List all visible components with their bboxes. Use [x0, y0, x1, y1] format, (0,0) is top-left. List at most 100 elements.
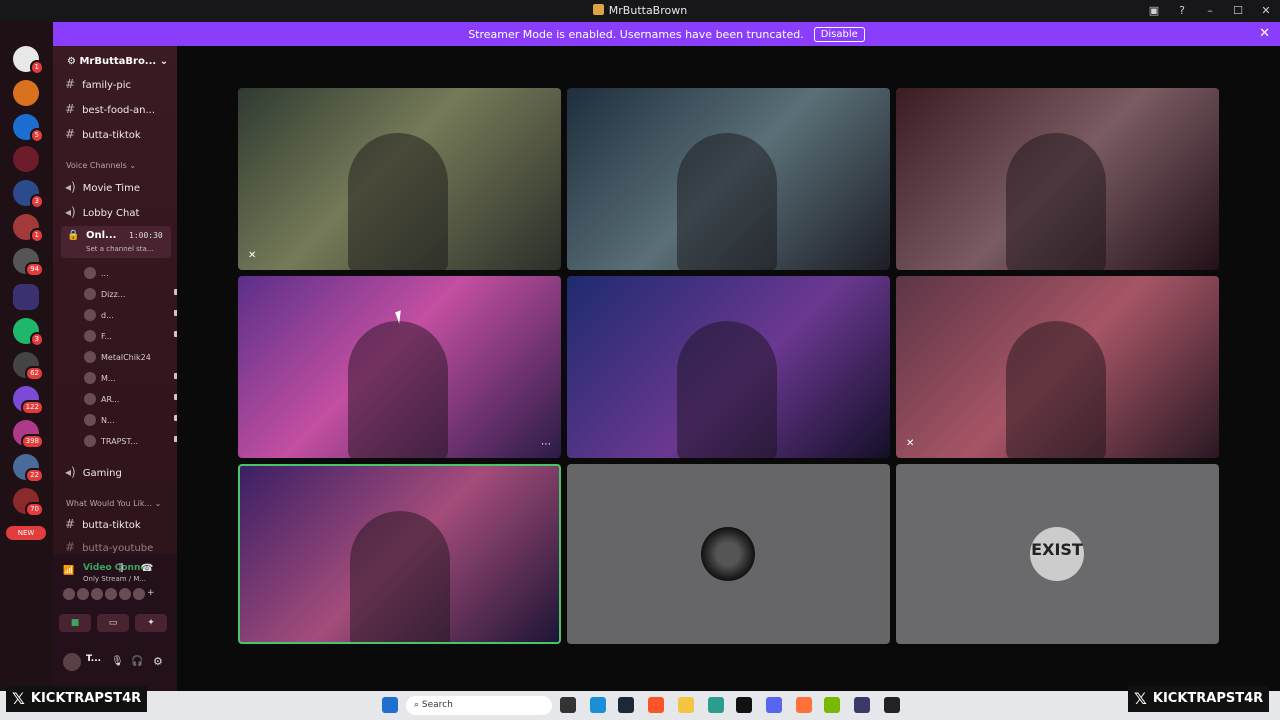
- disconnect-icon[interactable]: ☎: [141, 563, 153, 574]
- voice-channel[interactable]: ◂) Movie Time: [65, 180, 140, 194]
- channel-sidebar: ⚙ MrButtaBro... ⌄ # family-pic # best-food…: [53, 46, 182, 691]
- channel-status[interactable]: Set a channel sta...: [86, 245, 154, 253]
- participant-video: [350, 511, 450, 642]
- voice-user[interactable]: Dizz...: [84, 288, 182, 300]
- voice-channel-path[interactable]: Only Stream / M...: [83, 575, 146, 583]
- brave-icon[interactable]: [648, 697, 664, 713]
- taskbar-search[interactable]: ⌕ Search: [406, 696, 552, 715]
- server-icon[interactable]: 1: [13, 46, 44, 75]
- video-tile[interactable]: ✕: [896, 276, 1219, 458]
- firefox-icon[interactable]: [796, 697, 812, 713]
- server-icon[interactable]: 122: [13, 386, 44, 415]
- active-voice-channel[interactable]: 🔒 Onl... 1:00:30 Set a channel sta...: [61, 226, 171, 258]
- noise-icon[interactable]: ⫼: [119, 563, 124, 574]
- lock-icon: 🔒: [67, 230, 80, 241]
- screen-share-icon[interactable]: ▭: [97, 614, 129, 632]
- task-view-icon[interactable]: [560, 697, 576, 713]
- folder-icon[interactable]: [678, 697, 694, 713]
- microphone-icon[interactable]: 🎙: [111, 656, 124, 667]
- more-options-icon[interactable]: ⋯: [541, 439, 551, 450]
- voice-channel[interactable]: ◂) Lobby Chat: [65, 205, 139, 219]
- voice-channel[interactable]: ◂) Gaming: [65, 465, 122, 479]
- server-icon[interactable]: 398: [13, 420, 44, 449]
- hash-icon: #: [65, 540, 76, 554]
- kick-overlay-left: 𝕏 KICKTRAPST4R: [6, 686, 148, 712]
- avatar: [84, 351, 96, 363]
- activities-icon[interactable]: ✦: [135, 614, 167, 632]
- server-icon[interactable]: 22: [13, 454, 44, 483]
- server-icon[interactable]: [13, 146, 39, 172]
- voice-user[interactable]: d...: [84, 309, 182, 321]
- text-channel[interactable]: # butta-tiktok: [65, 517, 141, 531]
- speaker-icon: ◂): [65, 205, 76, 219]
- disable-button[interactable]: Disable: [813, 26, 865, 42]
- server-header[interactable]: ⚙ MrButtaBro... ⌄: [67, 56, 168, 67]
- app-icon[interactable]: [854, 697, 870, 713]
- edge-icon[interactable]: [708, 697, 724, 713]
- video-tile[interactable]: ✕: [238, 88, 561, 270]
- start-icon[interactable]: [382, 697, 398, 713]
- text-channel[interactable]: # butta-tiktok: [65, 127, 141, 141]
- server-icon[interactable]: 5: [13, 114, 44, 143]
- category-voice-channels[interactable]: Voice Channels ⌄: [66, 161, 136, 170]
- voice-user[interactable]: AR...: [84, 393, 182, 405]
- inbox-icon[interactable]: ▣: [1140, 0, 1168, 22]
- server-icon[interactable]: 62: [13, 352, 44, 381]
- avatar: [84, 372, 96, 384]
- hash-icon: #: [65, 517, 76, 531]
- server-name: MrButtaBro...: [79, 56, 157, 67]
- server-icon[interactable]: 1: [13, 214, 44, 243]
- server-icon[interactable]: [13, 80, 39, 106]
- participant-video: [1006, 133, 1106, 270]
- voice-user-name: ...: [101, 269, 109, 278]
- voice-user[interactable]: N...: [84, 414, 182, 426]
- discord-icon[interactable]: [766, 697, 782, 713]
- text-channel[interactable]: # butta-youtube: [65, 540, 153, 554]
- voice-user[interactable]: F...: [84, 330, 182, 342]
- maximize-button[interactable]: ☐: [1224, 0, 1252, 22]
- text-channel[interactable]: # family-pic: [65, 77, 131, 91]
- close-button[interactable]: ✕: [1252, 0, 1280, 22]
- help-icon[interactable]: ?: [1168, 0, 1196, 22]
- channel-label: Movie Time: [82, 183, 140, 194]
- server-badge: 70: [25, 502, 44, 517]
- video-tile[interactable]: [896, 88, 1219, 270]
- add-icon[interactable]: +: [147, 588, 155, 600]
- server-icon[interactable]: 70: [13, 488, 44, 517]
- banner-close-icon[interactable]: ✕: [1259, 26, 1270, 41]
- video-icon[interactable]: ■: [59, 614, 91, 632]
- server-icon[interactable]: 3: [13, 180, 44, 209]
- user-name: T...: [86, 654, 102, 664]
- nvidia-icon[interactable]: [824, 697, 840, 713]
- banner-text: Streamer Mode is enabled. Usernames have…: [468, 27, 804, 41]
- voice-user[interactable]: TRAPST...: [84, 435, 182, 447]
- settings-gear-icon[interactable]: ⚙: [153, 655, 163, 668]
- video-tile[interactable]: ⋯: [238, 276, 561, 458]
- headphones-icon[interactable]: 🎧: [131, 656, 143, 667]
- video-tile[interactable]: [567, 88, 890, 270]
- avatar: [105, 588, 117, 600]
- avatar: [84, 309, 96, 321]
- category-what-would-you[interactable]: What Would You Lik... ⌄: [66, 499, 161, 508]
- video-tile-speaking[interactable]: [238, 464, 561, 644]
- minimize-button[interactable]: –: [1196, 0, 1224, 22]
- discord-app-icon: [592, 4, 604, 15]
- voice-user[interactable]: ...: [84, 267, 109, 279]
- avatar-tile[interactable]: EXIST: [896, 464, 1219, 644]
- server-icon[interactable]: 94: [13, 248, 44, 277]
- video-tile[interactable]: [567, 276, 890, 458]
- avatar-tile[interactable]: [567, 464, 890, 644]
- server-icon[interactable]: 3: [13, 318, 44, 347]
- obs-icon[interactable]: [884, 697, 900, 713]
- active-channel-label: Onl...: [86, 230, 117, 241]
- user-avatar[interactable]: [63, 653, 81, 671]
- text-channel[interactable]: # best-food-an...: [65, 102, 155, 116]
- voice-user[interactable]: M...: [84, 372, 182, 384]
- steam-icon[interactable]: [618, 697, 634, 713]
- app-icon[interactable]: [590, 697, 606, 713]
- app-title: MrButtaBrown: [0, 0, 1280, 22]
- muted-icon: ✕: [248, 250, 257, 261]
- voice-user[interactable]: MetalChik24: [84, 351, 151, 363]
- folder-icon[interactable]: [13, 284, 39, 310]
- tiktok-icon[interactable]: [736, 697, 752, 713]
